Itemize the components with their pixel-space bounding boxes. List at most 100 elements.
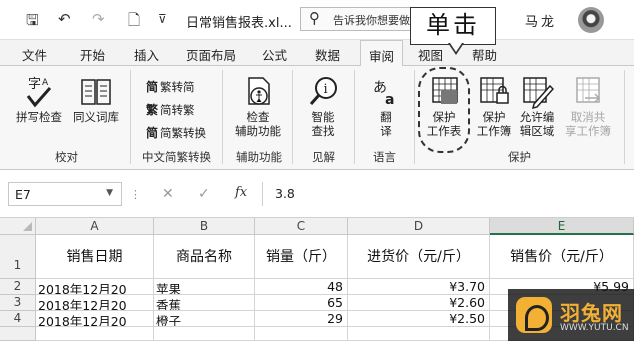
column-header-b[interactable]: B bbox=[154, 218, 255, 235]
tab-data[interactable]: 数据 bbox=[315, 45, 340, 64]
row-header-4[interactable]: 4 bbox=[0, 311, 36, 327]
ribbon-separator bbox=[130, 70, 131, 164]
row-header-1[interactable]: 1 bbox=[0, 235, 36, 279]
ribbon-tabs: 文件 开始 插入 页面布局 公式 数据 审阅 视图 帮助 bbox=[0, 40, 634, 67]
smart-lookup-line1: 智能 bbox=[311, 110, 335, 124]
svg-text:a: a bbox=[385, 92, 394, 108]
simplified-conversion-icon: 简 bbox=[146, 80, 159, 94]
cancel-icon[interactable]: ✕ bbox=[162, 186, 174, 202]
tab-insert[interactable]: 插入 bbox=[134, 45, 159, 64]
cell-b3[interactable]: 香蕉 bbox=[154, 295, 255, 311]
check-accessibility-button[interactable]: 检查 辅助功能 bbox=[228, 74, 288, 138]
redo-icon[interactable]: ↷ bbox=[92, 10, 105, 28]
cell-a2[interactable]: 2018年12月20 bbox=[36, 279, 154, 295]
customize-qat-icon[interactable]: ⊽ bbox=[158, 12, 167, 26]
column-header-d[interactable]: D bbox=[348, 218, 490, 235]
spell-check-icon: 字A bbox=[12, 74, 66, 110]
group-label-proofing: 校对 bbox=[55, 150, 78, 164]
cell-a4[interactable]: 2018年12月20 bbox=[36, 311, 154, 327]
protect-workbook-button[interactable]: 保护 工作簿 bbox=[472, 74, 516, 138]
allow-edit-ranges-button[interactable]: 允许编 辑区域 bbox=[515, 74, 559, 138]
smart-lookup-icon: i bbox=[298, 74, 348, 110]
smart-lookup-line2: 查找 bbox=[311, 124, 335, 138]
unshare-workbook-button[interactable]: 取消共 享工作簿 bbox=[560, 74, 616, 138]
column-header-c[interactable]: C bbox=[255, 218, 348, 235]
row-header-2[interactable]: 2 bbox=[0, 279, 36, 295]
translate-icon: あa bbox=[362, 74, 410, 110]
title-bar: 🖫 ↶ ↷ 🗋 ⊽ 日常销售报表.xl... ⚲ 告诉我你想要做什么 马龙 bbox=[0, 0, 634, 40]
tab-view[interactable]: 视图 bbox=[418, 45, 443, 64]
tell-me-search[interactable]: ⚲ 告诉我你想要做什么 bbox=[300, 7, 418, 31]
cell-d5[interactable] bbox=[348, 327, 490, 341]
ribbon-separator bbox=[292, 70, 293, 164]
cell-e1[interactable]: 销售价（元/斤） bbox=[490, 235, 634, 279]
chinese-convert-button[interactable]: 简简繁转换 bbox=[146, 124, 206, 141]
group-label-language: 语言 bbox=[373, 150, 396, 164]
document-title: 日常销售报表.xl... bbox=[186, 16, 292, 31]
to-traditional-button[interactable]: 繁简转繁 bbox=[146, 101, 195, 118]
tab-formulas[interactable]: 公式 bbox=[262, 45, 287, 64]
cell-b2[interactable]: 苹果 bbox=[154, 279, 255, 295]
formula-value: 3.8 bbox=[275, 186, 295, 201]
translate-button[interactable]: あa 翻 译 bbox=[362, 74, 410, 138]
group-label-chinese: 中文简繁转换 bbox=[142, 150, 211, 164]
svg-text:字: 字 bbox=[28, 77, 41, 92]
cell-d3[interactable]: ¥2.60 bbox=[348, 295, 490, 311]
check-accessibility-line1: 检查 bbox=[246, 110, 270, 124]
user-name[interactable]: 马龙 bbox=[525, 11, 557, 30]
tab-file[interactable]: 文件 bbox=[22, 45, 47, 64]
book-icon bbox=[68, 74, 124, 110]
cell-c3[interactable]: 65 bbox=[255, 295, 348, 311]
formula-bar-grip-icon[interactable]: ⋮ bbox=[130, 188, 141, 201]
spell-check-button[interactable]: 字A 拼写检查 bbox=[12, 74, 66, 124]
traditional-conversion-icon: 繁 bbox=[146, 103, 159, 117]
avatar[interactable] bbox=[578, 7, 604, 33]
cell-c1[interactable]: 销量（斤） bbox=[255, 235, 348, 279]
tab-help[interactable]: 帮助 bbox=[472, 45, 497, 64]
cell-c4[interactable]: 29 bbox=[255, 311, 348, 327]
cell-d1[interactable]: 进货价（元/斤） bbox=[348, 235, 490, 279]
cell-c5[interactable] bbox=[255, 327, 348, 341]
chevron-down-icon[interactable]: ▼ bbox=[106, 188, 113, 198]
row-header-3[interactable]: 3 bbox=[0, 295, 36, 311]
translate-line2: 译 bbox=[380, 124, 392, 138]
column-header-e[interactable]: E bbox=[490, 218, 634, 235]
cell-a5[interactable] bbox=[36, 327, 154, 341]
spell-check-label: 拼写检查 bbox=[16, 110, 62, 124]
protect-workbook-icon bbox=[472, 74, 516, 110]
cell-c2[interactable]: 48 bbox=[255, 279, 348, 295]
smart-lookup-button[interactable]: i 智能 查找 bbox=[298, 74, 348, 138]
unshare-workbook-line2: 享工作簿 bbox=[565, 124, 611, 138]
cell-d4[interactable]: ¥2.50 bbox=[348, 311, 490, 327]
unshare-workbook-line1: 取消共 bbox=[570, 110, 606, 124]
formula-input[interactable]: 3.8 bbox=[262, 182, 634, 206]
callout-box: 单击 bbox=[410, 7, 496, 45]
column-header-a[interactable]: A bbox=[36, 218, 154, 235]
tab-review[interactable]: 审阅 bbox=[360, 40, 404, 67]
cell-a3[interactable]: 2018年12月20 bbox=[36, 295, 154, 311]
callout-pointer-fill bbox=[450, 43, 462, 52]
undo-icon[interactable]: ↶ bbox=[58, 10, 71, 28]
insert-function-icon[interactable]: fx bbox=[235, 185, 247, 200]
tab-page-layout[interactable]: 页面布局 bbox=[186, 45, 236, 64]
select-all-corner[interactable] bbox=[0, 218, 36, 235]
cell-b1[interactable]: 商品名称 bbox=[154, 235, 255, 279]
enter-icon[interactable]: ✓ bbox=[198, 186, 210, 202]
tab-home[interactable]: 开始 bbox=[80, 45, 105, 64]
name-box[interactable]: E7 ▼ bbox=[8, 182, 122, 206]
ribbon-panel: 字A 拼写检查 同义词库 校对 简繁转简 繁简转繁 简简繁转换 中文简繁转换 检… bbox=[0, 66, 634, 170]
convert-icon: 简 bbox=[146, 126, 159, 140]
cell-d2[interactable]: ¥3.70 bbox=[348, 279, 490, 295]
to-simplified-label: 繁转简 bbox=[160, 80, 195, 94]
cell-b5[interactable] bbox=[154, 327, 255, 341]
check-accessibility-line2: 辅助功能 bbox=[235, 124, 281, 138]
protect-workbook-line1: 保护 bbox=[482, 110, 506, 124]
to-simplified-button[interactable]: 简繁转简 bbox=[146, 78, 195, 95]
cell-b4[interactable]: 橙子 bbox=[154, 311, 255, 327]
save-icon[interactable]: 🖫 bbox=[26, 10, 39, 35]
new-document-icon[interactable]: 🗋 bbox=[128, 10, 140, 35]
name-box-value: E7 bbox=[15, 187, 31, 202]
cell-a1[interactable]: 销售日期 bbox=[36, 235, 154, 279]
row-header-5[interactable] bbox=[0, 327, 36, 341]
thesaurus-button[interactable]: 同义词库 bbox=[68, 74, 124, 124]
